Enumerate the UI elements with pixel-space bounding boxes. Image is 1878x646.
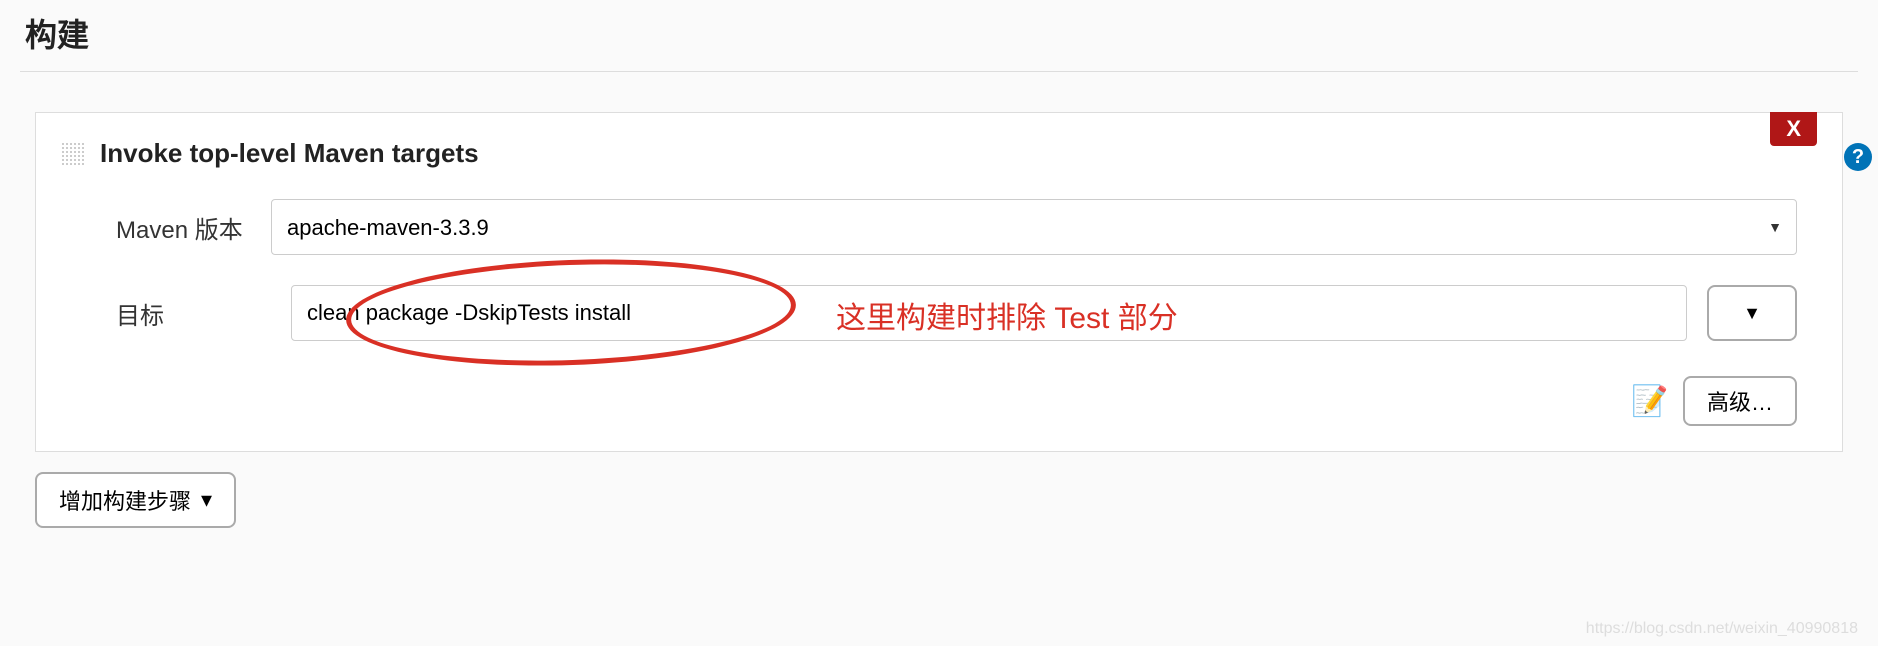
- build-step-card: X ? Invoke top-level Maven targets Maven…: [35, 112, 1843, 452]
- advanced-row: 📝 高级…: [61, 376, 1797, 426]
- maven-version-select[interactable]: apache-maven-3.3.9: [271, 199, 1797, 255]
- advanced-button[interactable]: 高级…: [1683, 376, 1797, 426]
- expand-button[interactable]: ▼: [1707, 285, 1797, 341]
- goals-row: 目标 ▼ 这里构建时排除 Test 部分: [116, 285, 1817, 341]
- watermark: https://blog.csdn.net/weixin_40990818: [1586, 620, 1858, 638]
- section-divider: [20, 71, 1858, 72]
- help-icon[interactable]: ?: [1844, 143, 1872, 171]
- notepad-icon: 📝: [1632, 383, 1668, 419]
- maven-version-row: Maven 版本 apache-maven-3.3.9 ▼: [116, 199, 1817, 255]
- drag-handle-icon[interactable]: [61, 142, 85, 166]
- add-build-step-label: 增加构建步骤: [59, 484, 191, 516]
- card-header: Invoke top-level Maven targets: [61, 138, 1817, 169]
- goals-label: 目标: [116, 296, 271, 331]
- goals-input[interactable]: [291, 285, 1687, 341]
- section-title: 构建: [0, 0, 1878, 71]
- maven-version-label: Maven 版本: [116, 210, 271, 245]
- card-title: Invoke top-level Maven targets: [100, 138, 479, 169]
- maven-version-select-wrap: apache-maven-3.3.9 ▼: [271, 199, 1797, 255]
- add-build-step-button[interactable]: 增加构建步骤 ▾: [35, 472, 236, 528]
- chevron-down-icon: ▾: [201, 487, 212, 513]
- close-button[interactable]: X: [1770, 112, 1817, 146]
